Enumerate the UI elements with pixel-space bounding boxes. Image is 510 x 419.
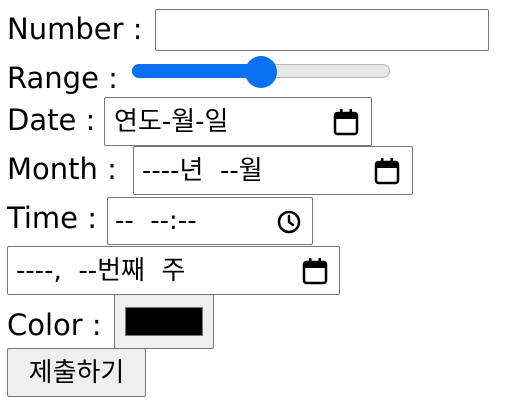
month-input[interactable]: ----년 --월 (133, 146, 413, 195)
month-input-placeholder: ----년 --월 (142, 156, 263, 186)
date-input-placeholder: 연도-월-일 (114, 107, 229, 137)
color-picker[interactable] (114, 294, 214, 349)
submit-button-label: 제출하기 (28, 358, 125, 388)
range-label: Range : (7, 61, 128, 95)
month-label: Month : (7, 152, 127, 186)
number-label: Number : (7, 12, 152, 46)
week-input-placeholder: ----, --번째 주 (16, 256, 186, 286)
color-swatch (125, 307, 203, 336)
clock-icon[interactable] (276, 209, 302, 235)
range-slider[interactable] (132, 54, 390, 90)
calendar-icon[interactable] (301, 257, 329, 285)
time-input-placeholder: -- --:-- (115, 206, 197, 236)
calendar-icon[interactable] (332, 108, 360, 136)
time-label: Time : (7, 201, 107, 235)
color-label: Color : (7, 308, 111, 342)
time-input[interactable]: -- --:-- (107, 197, 313, 245)
submit-button[interactable]: 제출하기 (7, 348, 146, 397)
range-thumb[interactable] (245, 56, 277, 88)
date-input[interactable]: 연도-월-일 (104, 97, 372, 146)
date-label: Date : (7, 103, 105, 137)
range-track-fill (132, 64, 261, 78)
number-input[interactable] (155, 9, 489, 51)
calendar-icon[interactable] (373, 157, 401, 185)
week-input[interactable]: ----, --번째 주 (7, 246, 340, 295)
